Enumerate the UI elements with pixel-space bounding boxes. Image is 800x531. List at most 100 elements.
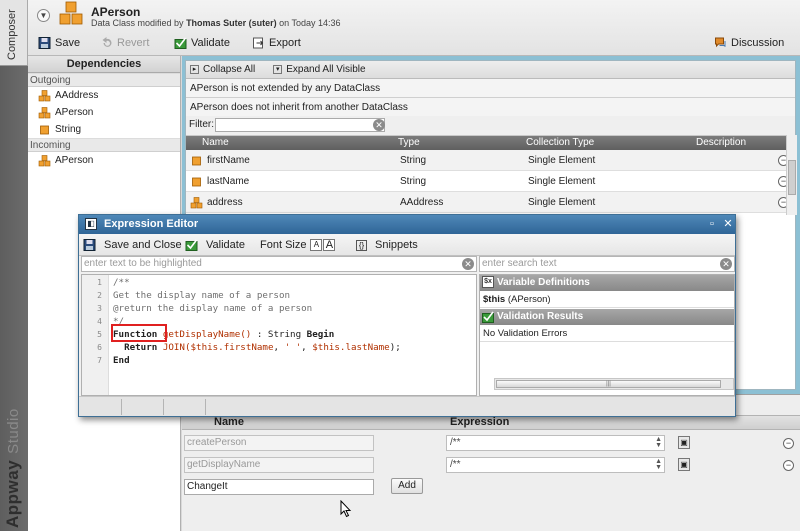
variable-definitions-header[interactable]: $x Variable Definitions (480, 275, 734, 291)
code-token: Return (124, 342, 158, 353)
dep-item-aperson[interactable]: APerson (28, 104, 180, 121)
filter-input[interactable]: ✕ (215, 118, 385, 132)
dep-item-label: APerson (55, 107, 94, 118)
method-expression-text: /** (450, 459, 461, 470)
search-input[interactable]: enter search text ✕ (479, 256, 735, 272)
cubes-icon (38, 106, 51, 118)
subtitle-prefix: Data Class modified by (91, 18, 184, 28)
cubes-icon (190, 196, 203, 208)
clear-filter-icon[interactable]: ✕ (373, 119, 385, 131)
vertical-scrollbar[interactable] (786, 135, 797, 215)
font-size-control: Font Size A A (260, 237, 336, 253)
remove-icon[interactable]: − (783, 460, 794, 471)
validation-results-title: Validation Results (497, 311, 584, 322)
col-description[interactable]: Description (696, 136, 746, 150)
field-type: String (400, 155, 427, 166)
incoming-section-label: Incoming (28, 138, 180, 152)
font-larger-icon[interactable]: A (323, 239, 336, 251)
code-token: $this.firstName (190, 342, 274, 353)
code-line: End (113, 355, 130, 366)
col-collection-type[interactable]: Collection Type (526, 136, 594, 150)
snippets-button[interactable]: {} Snippets (356, 237, 418, 253)
page-title: APerson (91, 5, 141, 19)
dep-item-aaddress[interactable]: AAddress (28, 87, 180, 104)
field-collection: Single Element (528, 176, 596, 187)
code-token: ); (389, 342, 401, 353)
table-row[interactable]: address AAddress Single Element − (186, 192, 795, 213)
page-subtitle: Data Class modified by Thomas Suter (sut… (91, 18, 340, 28)
code-editor[interactable]: 1 2 3 4 5 6 7 /** Get the display name o… (81, 274, 477, 396)
code-token: : String (251, 329, 307, 340)
dep-item-string[interactable]: String (28, 121, 180, 138)
method-name-field[interactable]: createPerson (184, 435, 374, 451)
save-and-close-button[interactable]: Save and Close (83, 237, 182, 253)
variable-name: $this (483, 294, 506, 305)
discussion-button[interactable]: Discussion (714, 35, 784, 51)
validation-result-row: No Validation Errors (480, 325, 734, 342)
methods-col-name: Name (214, 416, 244, 428)
dialog-title[interactable]: Expression Editor (79, 215, 735, 234)
method-name-field[interactable]: getDisplayName (184, 457, 374, 473)
variable-type: (APerson) (507, 294, 551, 305)
save-button[interactable]: Save (38, 35, 80, 51)
revert-button[interactable]: Revert (100, 35, 149, 51)
fields-table-header: Name Type Collection Type Description (186, 136, 795, 150)
code-token: , (301, 342, 313, 353)
spinner-icon[interactable]: ▲ ▼ (655, 458, 662, 471)
dep-item-label: APerson (55, 155, 94, 166)
variable-row[interactable]: $this (APerson) (480, 291, 734, 308)
validate-icon (174, 37, 187, 49)
code-token: ' ' (284, 342, 302, 353)
filter-label: Filter: (189, 119, 214, 130)
line-number: 1 (97, 278, 102, 287)
table-row[interactable]: firstName String Single Element − (186, 150, 795, 171)
scroll-thumb[interactable] (788, 160, 796, 195)
fields-toolbar: ▸ Collapse All ▾ Expand All Visible (186, 61, 795, 79)
clear-highlight-icon[interactable]: ✕ (462, 258, 474, 270)
collapse-all-button[interactable]: ▸ Collapse All (190, 64, 255, 75)
line-number: 4 (97, 317, 102, 326)
maximize-icon[interactable]: ▫ (705, 217, 719, 231)
table-row[interactable]: lastName String Single Element − (186, 171, 795, 192)
col-type[interactable]: Type (398, 136, 420, 150)
open-editor-icon[interactable]: ▣ (678, 458, 690, 471)
font-smaller-icon[interactable]: A (310, 239, 323, 251)
highlight-input[interactable]: enter text to be highlighted ✕ (81, 256, 477, 272)
editor-validate-button[interactable]: Validate (185, 237, 245, 253)
line-number: 3 (97, 304, 102, 313)
field-collection: Single Element (528, 197, 596, 208)
validate-label: Validate (191, 37, 230, 49)
method-expression-field[interactable]: /** ▲ ▼ (446, 435, 665, 451)
remove-icon[interactable]: − (783, 438, 794, 449)
export-label: Export (269, 37, 301, 49)
dep-item-incoming-aperson[interactable]: APerson (28, 152, 180, 169)
method-expression-field[interactable]: /** ▲ ▼ (446, 457, 665, 473)
export-button[interactable]: Export (252, 35, 301, 51)
add-method-button[interactable]: Add (391, 478, 423, 494)
composer-tab[interactable]: Composer (0, 0, 28, 66)
validation-results-header[interactable]: Validation Results (480, 309, 734, 325)
cubes-icon (38, 154, 51, 166)
scroll-thumb[interactable]: ||| (496, 380, 721, 388)
collapse-all-label: Collapse All (203, 64, 256, 75)
new-method-input[interactable]: ChangeIt (184, 479, 374, 495)
code-token: JOIN( (162, 342, 191, 353)
spinner-icon[interactable]: ▲ ▼ (655, 436, 662, 449)
field-type: String (400, 176, 427, 187)
editor-validate-label: Validate (206, 239, 245, 251)
open-editor-icon[interactable]: ▣ (678, 436, 690, 449)
methods-table-header: Name Expression (182, 415, 800, 430)
horizontal-scrollbar[interactable]: ||| (494, 378, 734, 390)
expand-all-button[interactable]: ▾ Expand All Visible (273, 64, 366, 75)
dep-item-label: String (55, 124, 82, 135)
validate-button[interactable]: Validate (174, 35, 230, 51)
search-placeholder: enter search text (482, 258, 557, 269)
variable-definitions-title: Variable Definitions (497, 277, 590, 288)
col-name[interactable]: Name (202, 136, 229, 150)
close-icon[interactable]: ✕ (721, 217, 735, 231)
clear-search-icon[interactable]: ✕ (720, 258, 732, 270)
line-number: 2 (97, 291, 102, 300)
filter-row: Filter: ✕ (186, 116, 795, 136)
chevron-down-icon[interactable]: ▼ (37, 9, 50, 22)
field-name: firstName (207, 155, 250, 166)
